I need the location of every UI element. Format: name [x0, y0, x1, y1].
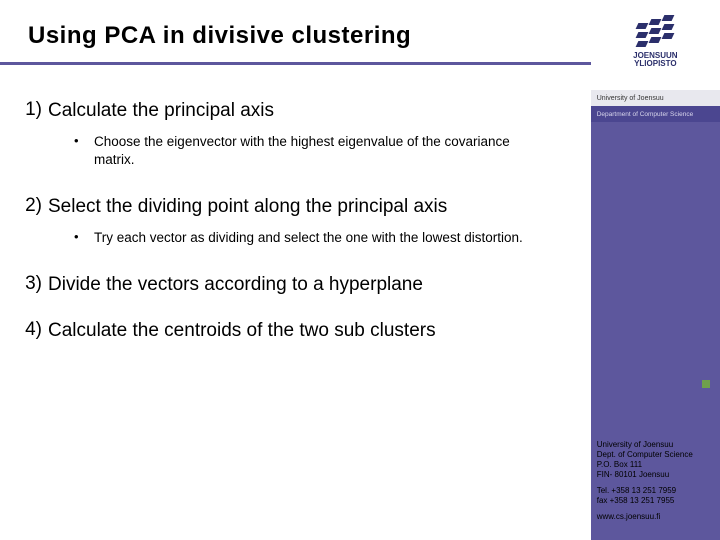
band-department: Department of Computer Science [591, 106, 720, 122]
logo-mark-icon [637, 23, 673, 47]
logo-area: JOENSUUNYLIOPISTO [591, 0, 720, 90]
item-number: 1) [20, 99, 48, 123]
footer-org: University of Joensuu [597, 440, 718, 450]
content-area: 1) Calculate the principal axis • Choose… [0, 65, 591, 343]
sub-item: • Try each vector as dividing and select… [74, 229, 561, 247]
list-item: 1) Calculate the principal axis [20, 99, 561, 123]
bullet-icon: • [74, 133, 94, 169]
footer-dept: Dept. of Computer Science [597, 450, 718, 460]
main-area: Using PCA in divisive clustering 1) Calc… [0, 0, 591, 540]
sub-text: Choose the eigenvector with the highest … [94, 133, 561, 169]
item-text: Calculate the principal axis [48, 99, 561, 123]
item-number: 2) [20, 195, 48, 219]
list-item: 2) Select the dividing point along the p… [20, 195, 561, 219]
item-number: 3) [20, 273, 48, 297]
slide-title: Using PCA in divisive clustering [0, 0, 591, 58]
item-number: 4) [20, 319, 48, 343]
sidebar: JOENSUUNYLIOPISTO University of Joensuu … [591, 0, 720, 540]
footer-url: www.cs.joensuu.fi [597, 512, 718, 522]
item-text: Select the dividing point along the prin… [48, 195, 561, 219]
footer-tel: Tel. +358 13 251 7959 [597, 486, 718, 496]
footer-fax: fax +358 13 251 7955 [597, 496, 718, 506]
sidebar-footer: University of Joensuu Dept. of Computer … [597, 440, 718, 522]
list-item: 4) Calculate the centroids of the two su… [20, 319, 561, 343]
band-university: University of Joensuu [591, 90, 720, 106]
logo-text: JOENSUUNYLIOPISTO [633, 52, 677, 68]
list-item: 3) Divide the vectors according to a hyp… [20, 273, 561, 297]
footer-pobox: P.O. Box 111 [597, 460, 718, 470]
item-text: Calculate the centroids of the two sub c… [48, 319, 561, 343]
accent-square-icon [702, 380, 710, 388]
university-logo: JOENSUUNYLIOPISTO [633, 23, 677, 68]
sub-text: Try each vector as dividing and select t… [94, 229, 561, 247]
item-text: Divide the vectors according to a hyperp… [48, 273, 561, 297]
footer-city: FIN- 80101 Joensuu [597, 470, 718, 480]
bullet-icon: • [74, 229, 94, 247]
slide: Using PCA in divisive clustering 1) Calc… [0, 0, 720, 540]
sub-item: • Choose the eigenvector with the highes… [74, 133, 561, 169]
